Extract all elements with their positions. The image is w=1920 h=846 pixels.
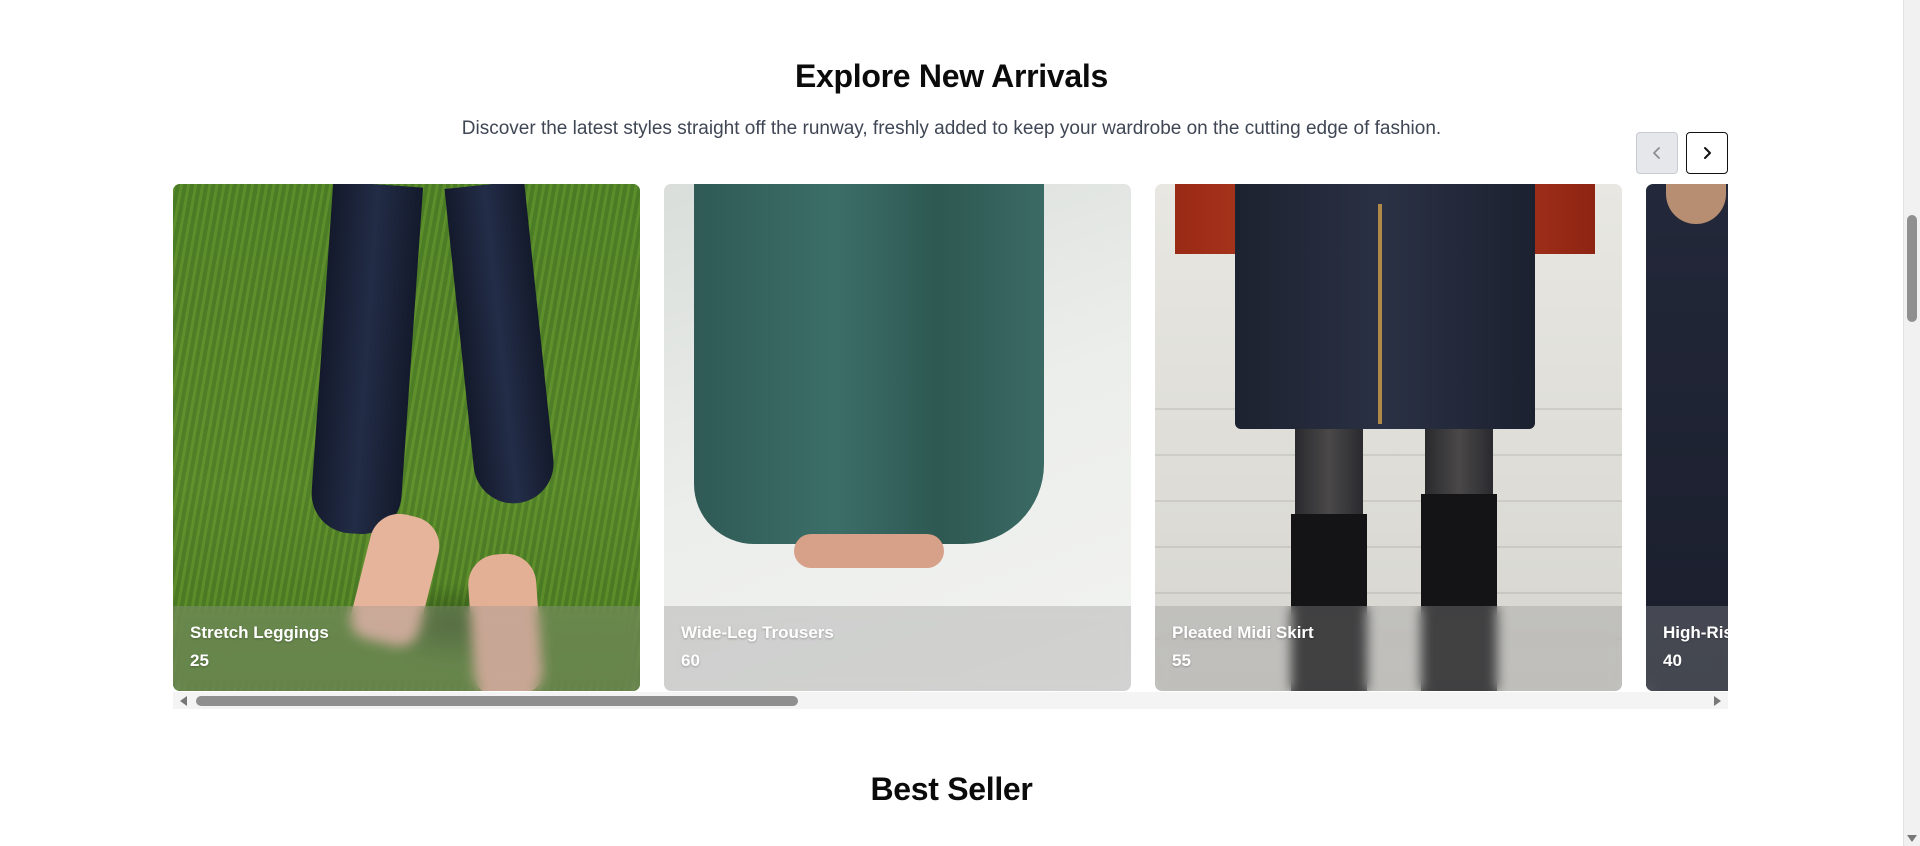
chevron-right-icon [1704, 147, 1711, 159]
best-seller-title: Best Seller [870, 771, 1033, 807]
page-scrollbar[interactable] [1903, 0, 1920, 846]
page-scrollbar-thumb[interactable] [1907, 215, 1917, 322]
product-count: 25 [190, 651, 209, 670]
card-overlay [1155, 606, 1622, 691]
section-title: Explore New Arrivals [795, 58, 1108, 94]
product-card[interactable]: Wide-Leg Trousers 60 [664, 184, 1131, 691]
carousel-next-button[interactable] [1686, 132, 1728, 174]
product-name: High-Ris [1663, 623, 1728, 642]
product-name: Stretch Leggings [190, 623, 329, 642]
product-card[interactable]: Pleated Midi Skirt 55 [1155, 184, 1622, 691]
section-subtitle: Discover the latest styles straight off … [461, 118, 1442, 139]
card-overlay [664, 606, 1131, 691]
product-count: 55 [1172, 651, 1191, 670]
chevron-left-icon [1653, 147, 1660, 159]
product-card[interactable]: High-Ris 40 [1646, 184, 1728, 691]
scrollbar-thumb[interactable] [196, 696, 798, 706]
card-overlay [1646, 606, 1728, 691]
product-card[interactable]: Stretch Leggings 25 [173, 184, 640, 691]
scroll-right-arrow-icon[interactable] [1714, 696, 1721, 706]
scroll-left-arrow-icon[interactable] [180, 696, 187, 706]
scroll-down-arrow-icon[interactable] [1907, 835, 1917, 842]
carousel-scrollbar[interactable] [173, 692, 1728, 709]
new-arrivals-carousel[interactable]: Stretch Leggings 25 Wide-Leg Trousers 60… [173, 184, 1728, 692]
product-count: 40 [1663, 651, 1682, 670]
product-count: 60 [681, 651, 700, 670]
product-name: Wide-Leg Trousers [681, 623, 834, 642]
page: Explore New Arrivals Discover the latest… [0, 0, 1903, 846]
carousel-prev-button[interactable] [1636, 132, 1678, 174]
product-name: Pleated Midi Skirt [1172, 623, 1314, 642]
card-overlay [173, 606, 640, 691]
